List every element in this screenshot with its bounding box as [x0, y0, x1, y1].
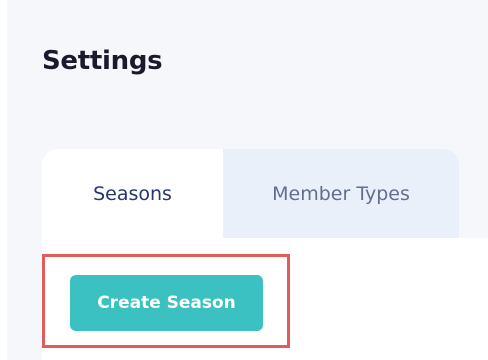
create-season-button[interactable]: Create Season	[70, 275, 263, 331]
tab-seasons[interactable]: Seasons	[42, 149, 223, 238]
tab-member-types[interactable]: Member Types	[223, 149, 459, 238]
settings-tabs: Seasons Member Types	[42, 149, 459, 238]
page-title: Settings	[42, 46, 163, 76]
